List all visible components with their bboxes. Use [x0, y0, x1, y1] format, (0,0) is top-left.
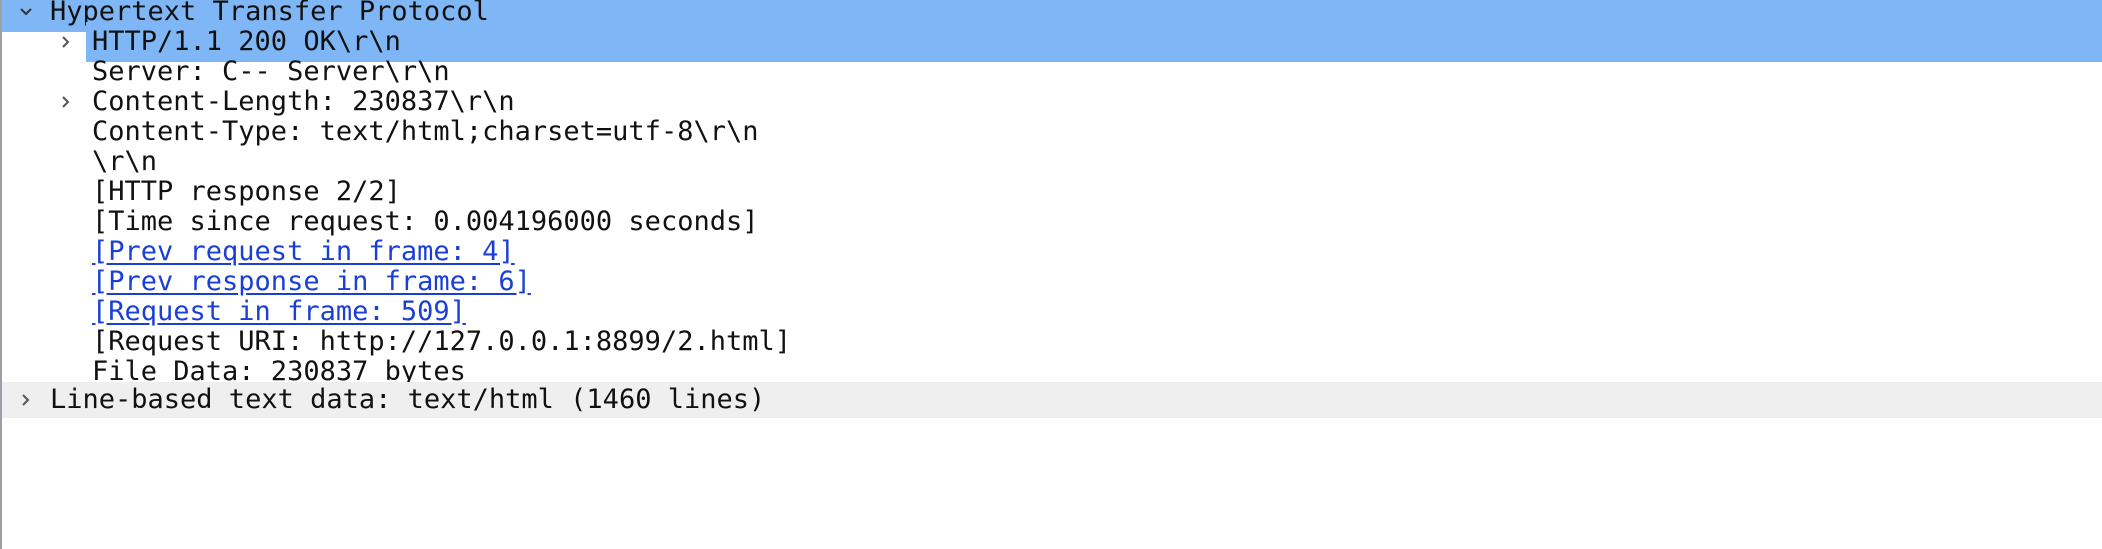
packet-details-tree: Hypertext Transfer Protocol HTTP/1.1 200… [0, 0, 2102, 549]
tree-node-label: Line-based text data: text/html (1460 li… [50, 384, 766, 415]
tree-node-line-based-text[interactable]: Line-based text data: text/html (1460 li… [2, 382, 2102, 418]
chevron-right-icon[interactable] [14, 382, 38, 418]
